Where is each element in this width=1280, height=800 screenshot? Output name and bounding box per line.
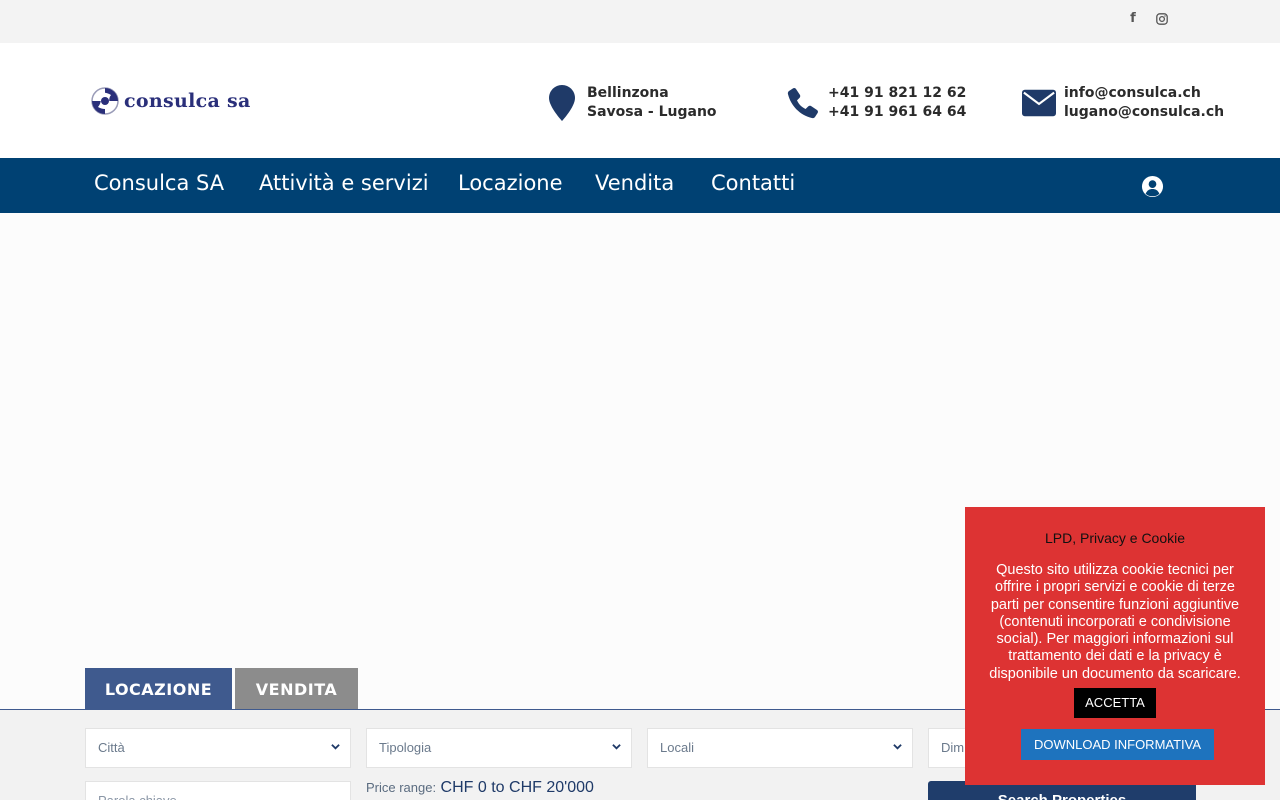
nav-item-vendita[interactable]: Vendita	[595, 171, 674, 195]
instagram-icon[interactable]	[1153, 10, 1171, 28]
chevron-down-icon	[331, 744, 340, 750]
nav-item-locazione[interactable]: Locazione	[458, 171, 563, 195]
email-link[interactable]: lugano@consulca.ch	[1064, 103, 1224, 122]
cookie-title: LPD, Privacy e Cookie	[1044, 530, 1186, 546]
email-block: info@consulca.ch lugano@consulca.ch	[1022, 83, 1224, 123]
facebook-icon[interactable]: f	[1124, 10, 1142, 28]
header: consulca sa Bellinzona Savosa - Lugano +…	[0, 43, 1280, 158]
tipologia-select-label: Tipologia	[379, 740, 432, 755]
map-pin-icon	[545, 83, 579, 123]
email-link[interactable]: info@consulca.ch	[1064, 84, 1224, 103]
tab-locazione[interactable]: LOCAZIONE	[85, 668, 232, 710]
nav-item-contatti[interactable]: Contatti	[711, 171, 795, 195]
main-nav: Consulca SA Attività e servizi Locazione…	[0, 158, 1280, 213]
logo-icon	[91, 87, 119, 115]
logo[interactable]: consulca sa	[90, 86, 251, 116]
keyword-field[interactable]	[85, 781, 351, 800]
cookie-banner: LPD, Privacy e Cookie Questo sito utiliz…	[965, 507, 1265, 785]
keyword-input[interactable]	[98, 793, 338, 800]
envelope-icon	[1022, 83, 1056, 123]
user-account-icon[interactable]	[1141, 175, 1164, 198]
price-range-label: Price range:	[366, 780, 437, 795]
logo-text: consulca sa	[124, 90, 251, 112]
nav-item-attivita-servizi[interactable]: Attività e servizi	[259, 171, 429, 195]
accept-cookies-button[interactable]: ACCETTA	[1074, 688, 1156, 718]
chevron-down-icon	[893, 744, 902, 750]
nav-item-consulca-sa[interactable]: Consulca SA	[94, 171, 224, 195]
price-range-value: CHF 0 to CHF 20'000	[440, 779, 594, 796]
phone-number[interactable]: +41 91 821 12 62	[828, 84, 966, 103]
location-line: Savosa - Lugano	[587, 104, 717, 120]
locali-select[interactable]: Locali	[647, 728, 913, 768]
citta-select-label: Città	[98, 740, 125, 755]
download-informativa-button[interactable]: DOWNLOAD INFORMATIVA	[1021, 729, 1214, 760]
citta-select[interactable]: Città	[85, 728, 351, 768]
top-bar: f	[0, 0, 1280, 43]
chevron-down-icon	[612, 744, 621, 750]
tab-vendita[interactable]: VENDITA	[235, 668, 358, 710]
phone-block: +41 91 821 12 62 +41 91 961 64 64	[786, 83, 966, 123]
phone-icon	[786, 83, 820, 123]
price-range: Price range: CHF 0 to CHF 20'000	[366, 779, 594, 797]
dimensione-select-label: Dim	[941, 740, 965, 755]
cookie-text: Questo sito utilizza cookie tecnici per …	[989, 562, 1241, 682]
location-block: Bellinzona Savosa - Lugano	[545, 83, 717, 123]
location-line: Bellinzona	[587, 85, 669, 101]
tipologia-select[interactable]: Tipologia	[366, 728, 632, 768]
locali-select-label: Locali	[660, 740, 694, 755]
phone-number[interactable]: +41 91 961 64 64	[828, 103, 966, 122]
